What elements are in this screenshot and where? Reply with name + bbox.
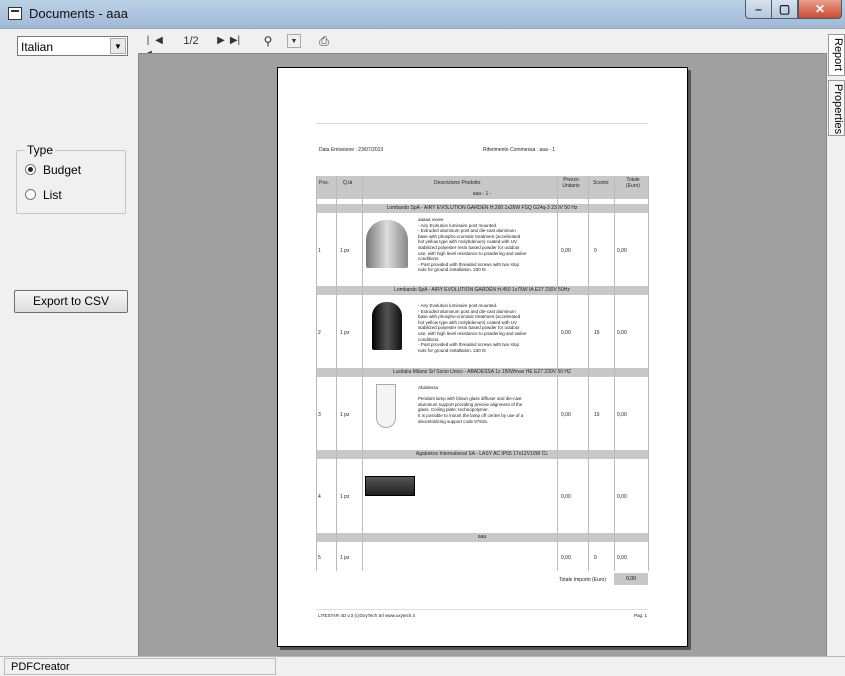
col-pos: Pos.	[319, 180, 330, 186]
chevron-down-icon[interactable]: ▼	[110, 38, 126, 54]
language-value: Italian	[21, 40, 54, 54]
item-pos: 5	[318, 555, 321, 561]
export-csv-button[interactable]: Export to CSV	[14, 290, 128, 313]
total-value: 0,00	[614, 573, 648, 585]
item-discount: 15	[594, 330, 600, 336]
item-description: Abadessa Pendant lamp with blown glass d…	[418, 385, 524, 424]
item-band: aaa	[316, 533, 648, 542]
footer-rule	[316, 609, 648, 610]
radio-budget-label: Budget	[43, 163, 82, 177]
report-preview-area[interactable]: Data Emissione : 23/07/2013 Riferimento …	[138, 53, 827, 657]
minimize-button[interactable]: –	[745, 0, 772, 19]
status-text: PDFCreator	[4, 658, 276, 675]
product-image	[372, 302, 402, 350]
total-label: Totale Importo (Euro)	[559, 577, 606, 583]
item-total: 0,00	[617, 412, 627, 418]
col-line	[316, 176, 317, 571]
item-price: 0,00	[561, 248, 571, 254]
item-price: 0,00	[561, 494, 571, 500]
item-qty: 1 pz	[340, 555, 350, 561]
title-bar[interactable]: Documents - aaa – ▢ ✕	[0, 0, 845, 28]
report-date: Data Emissione : 23/07/2013	[319, 147, 384, 153]
item-band: Lucitalia Milano Srl Socio Unico - ABADE…	[316, 368, 648, 377]
item-band: Lombardo SpA - AIRY EVOLUTION GARDEN H.4…	[316, 286, 648, 295]
col-line	[588, 176, 589, 571]
item-qty: 1 pz	[340, 330, 350, 336]
window-title: Documents - aaa	[29, 6, 128, 21]
col-line	[336, 176, 337, 571]
col-qty: Q.tà	[343, 180, 353, 186]
zoom-dropdown-icon[interactable]: ▼	[287, 34, 301, 48]
item-qty: 1 pz	[340, 248, 350, 254]
col-total: Totale (Euro)	[626, 177, 640, 189]
radio-list-label: List	[43, 188, 62, 202]
header-rule	[316, 123, 648, 124]
tab-properties[interactable]: Properties	[828, 80, 845, 136]
report-page: Data Emissione : 23/07/2013 Riferimento …	[277, 67, 688, 647]
tab-report[interactable]: Report	[828, 34, 845, 76]
col-price: Prezzo Unitario	[562, 177, 580, 189]
report-page-number: Pag. 1	[634, 613, 648, 618]
item-qty: 1 pz	[340, 412, 350, 418]
col-desc: Descrizione Prodotto	[434, 180, 481, 186]
item-qty: 1 pz	[340, 494, 350, 500]
product-image	[365, 476, 415, 496]
item-total: 0,00	[617, 494, 627, 500]
table-header: Pos. Q.tà Descrizione Prodotto Prezzo Un…	[316, 176, 648, 190]
language-select[interactable]: Italian ▼	[17, 36, 128, 56]
group-band: aaa - 1 -	[316, 190, 648, 199]
status-bar: PDFCreator	[0, 656, 845, 676]
item-total: 0,00	[617, 248, 627, 254]
item-total: 0,00	[617, 555, 627, 561]
close-button[interactable]: ✕	[798, 0, 842, 19]
side-tabs: Report Properties	[828, 30, 845, 657]
col-line	[557, 176, 558, 571]
document-icon	[8, 7, 22, 20]
item-total: 0,00	[617, 330, 627, 336]
maximize-button[interactable]: ▢	[771, 0, 798, 19]
viewer-toolbar: |◀ ◀ 1/2 ▶ ▶| ⚲ ▼ ⎙	[137, 30, 827, 60]
type-label: Type	[25, 143, 56, 157]
prev-page-icon[interactable]: ◀	[155, 34, 163, 48]
item-price: 0,00	[561, 555, 571, 561]
col-line	[362, 176, 363, 571]
item-discount: 15	[594, 412, 600, 418]
radio-budget[interactable]: Budget	[25, 163, 81, 177]
col-discount: Sconto	[593, 180, 609, 186]
application-window: Documents - aaa – ▢ ✕ Italian ▼ Type Bud…	[0, 0, 845, 676]
item-pos: 4	[318, 494, 321, 500]
item-description: aaaaa vvvee - Airy Evolution luminaire p…	[418, 217, 527, 273]
radio-list[interactable]: List	[25, 188, 62, 202]
col-line	[648, 176, 649, 571]
radio-unselected-icon	[25, 189, 36, 200]
zoom-icon[interactable]: ⚲	[261, 34, 275, 48]
item-pos: 2	[318, 330, 321, 336]
item-discount: 0	[594, 248, 597, 254]
item-description: - Airy Evolution luminaire post mounted.…	[418, 303, 527, 353]
client-area: Italian ▼ Type Budget List Export to CSV…	[0, 28, 845, 657]
next-page-icon[interactable]: ▶	[217, 34, 225, 48]
report-reference: Riferimento Commessa : aaa - 1	[483, 147, 555, 153]
page-indicator: 1/2	[183, 35, 199, 47]
type-group: Type Budget List	[16, 143, 126, 214]
printer-icon[interactable]: ⎙	[315, 34, 333, 48]
item-band: Agabekov International SA - LASY AC IP65…	[316, 450, 648, 459]
product-image	[376, 384, 396, 428]
item-price: 0,00	[561, 330, 571, 336]
item-pos: 3	[318, 412, 321, 418]
item-price: 0,00	[561, 412, 571, 418]
col-line	[614, 176, 615, 571]
radio-selected-icon	[25, 164, 36, 175]
first-page-icon[interactable]: |◀	[143, 34, 153, 60]
last-page-icon[interactable]: ▶|	[229, 34, 241, 48]
item-pos: 1	[318, 248, 321, 254]
item-band: Lombardo SpA - AIRY EVOLUTION GARDEN H.2…	[316, 204, 648, 213]
report-footer-left: LITESTAR 4D v.3 (c)OxyTech Srl www.oxyte…	[318, 613, 415, 618]
product-image	[366, 220, 408, 268]
item-discount: 0	[594, 555, 597, 561]
